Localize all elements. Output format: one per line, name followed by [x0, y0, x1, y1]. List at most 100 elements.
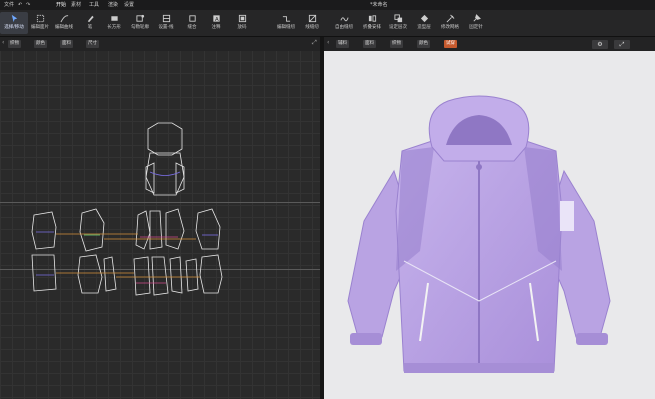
- tool-label: 修改网格: [441, 25, 459, 30]
- pattern-piece: [145, 152, 185, 196]
- tool-line-sewing[interactable]: 线缝纫: [298, 12, 326, 34]
- tool-trace[interactable]: 勾勒轮廓: [126, 12, 154, 34]
- pattern-piece: [199, 254, 223, 294]
- jacket-3d-render: [347, 95, 611, 373]
- tool-label: 编辑面片: [31, 25, 49, 30]
- tool-annotation[interactable]: A 注释: [202, 12, 230, 34]
- tool-grading[interactable]: 放码: [228, 12, 256, 34]
- tab-label: 面料: [365, 41, 374, 46]
- fold-icon: [368, 15, 376, 22]
- render-button[interactable]: ⚙: [592, 40, 608, 49]
- annotation-icon: A: [212, 15, 220, 23]
- menu-tools[interactable]: 工具: [89, 0, 99, 10]
- zipper-pull: [476, 164, 482, 170]
- tab-label: 试穿: [446, 41, 455, 46]
- tool-label: 自由缝纫: [335, 25, 353, 30]
- svg-text:A: A: [214, 17, 218, 23]
- tool-edit-sewing[interactable]: 编辑缝纫: [272, 12, 300, 34]
- menu-assets[interactable]: 素材: [71, 0, 81, 10]
- tool-label: 注释: [211, 25, 221, 30]
- tool-label: 设定层次: [389, 25, 407, 30]
- tool-rectangle[interactable]: 长方形: [100, 12, 128, 34]
- layer-icon: [393, 14, 402, 23]
- grading-icon: [238, 14, 246, 23]
- tool-modify-mesh[interactable]: 修改网格: [436, 12, 464, 34]
- mesh-icon: [446, 14, 454, 23]
- curve-icon: [59, 15, 68, 23]
- pattern-piece: [147, 122, 183, 156]
- window-title: *未命名: [370, 2, 388, 8]
- pointer-icon: [11, 14, 17, 23]
- garment-3d-window[interactable]: ‹ 辅料 面料 织物 颜色 试穿 ⚙ ⤢: [324, 37, 655, 399]
- menu-bar: 文件 ↶ ↷ 开始 素材 工具 渲染 设置 *未命名: [0, 0, 655, 10]
- tool-fold-arrange[interactable]: 折叠安排: [358, 12, 386, 34]
- tool-label: 设置-线: [158, 25, 174, 30]
- pattern-piece: [133, 256, 151, 296]
- menu-render[interactable]: 渲染: [108, 0, 118, 10]
- pattern-piece: [103, 256, 117, 292]
- menu-start[interactable]: 开始: [56, 0, 66, 10]
- tab-fabric[interactable]: 织物: [390, 40, 403, 48]
- tab-try-on[interactable]: 试穿: [444, 40, 457, 48]
- menu-settings[interactable]: 设置: [124, 0, 134, 10]
- panel-icon: [36, 14, 44, 23]
- jacket-hem: [404, 363, 554, 373]
- rectangle-icon: [110, 16, 118, 21]
- tool-label: 选择/移动: [4, 25, 24, 30]
- tool-label: 长方形: [107, 25, 121, 30]
- edit-sewing-icon: [282, 16, 290, 22]
- pattern-piece: [79, 208, 105, 252]
- tab-label: 辅料: [338, 41, 347, 46]
- pen-icon: [87, 15, 94, 23]
- render-icon: ⚙: [597, 41, 603, 48]
- tool-label: 勾勒轮廓: [131, 25, 149, 30]
- pattern-2d-window[interactable]: ‹ 织物 颜色 面料 尺寸 ⤢: [0, 37, 320, 399]
- pattern-piece: [135, 210, 151, 250]
- garment-3d-subbar: ‹ 辅料 面料 织物 颜色 试穿 ⚙ ⤢: [324, 37, 655, 51]
- undo-icon[interactable]: ↶: [18, 0, 22, 10]
- tool-label: 缝合: [187, 25, 197, 30]
- tab-material[interactable]: 面料: [363, 40, 376, 48]
- free-sewing-icon: [339, 17, 349, 22]
- expand-icon: ⤢: [619, 41, 625, 48]
- tool-label: 造型层: [417, 25, 431, 30]
- menu-file[interactable]: 文件: [4, 0, 14, 10]
- pattern-piece: [165, 208, 185, 250]
- pattern-piece: [77, 254, 103, 294]
- tool-set-line[interactable]: 设置-线: [152, 12, 180, 34]
- sew-icon: [188, 15, 196, 22]
- sewing-line: [149, 171, 181, 176]
- tool-label: 笔: [87, 25, 93, 30]
- sleeve-badge: [560, 201, 574, 231]
- tool-label: 线缝纫: [305, 25, 319, 30]
- tab-label: 颜色: [419, 41, 428, 46]
- tool-free-sewing[interactable]: 自由缝纫: [330, 12, 358, 34]
- pin-icon: [472, 14, 481, 22]
- tab-color[interactable]: 颜色: [417, 40, 430, 48]
- pattern-piece: [149, 210, 163, 250]
- tool-select-move[interactable]: 选择/移动: [0, 12, 28, 34]
- tool-shape-layer[interactable]: 造型层: [410, 12, 438, 34]
- redo-icon[interactable]: ↷: [26, 0, 30, 10]
- right-cuff: [576, 333, 608, 345]
- pattern-piece: [185, 258, 199, 292]
- fullscreen-button[interactable]: ⤢: [614, 40, 630, 49]
- chevron-left-icon[interactable]: ‹: [327, 39, 329, 46]
- shape-layer-icon: [420, 14, 428, 23]
- trace-icon: [135, 14, 144, 22]
- left-cuff: [350, 333, 382, 345]
- tool-set-layer[interactable]: 设定层次: [384, 12, 412, 34]
- pattern-piece: [169, 256, 183, 294]
- pattern-piece: [31, 211, 57, 250]
- pattern-pieces-drawing: [31, 122, 223, 296]
- tool-label: 放码: [237, 25, 247, 30]
- line-sewing-icon: [308, 14, 316, 23]
- tab-label: 织物: [392, 41, 401, 46]
- main-toolbar: 选择/移动 编辑面片 编辑曲线 笔 长方形 勾勒轮廓 设置-线 缝合 A 注释 …: [0, 10, 655, 37]
- tool-label: 折叠安排: [363, 25, 381, 30]
- tab-trims[interactable]: 辅料: [336, 40, 349, 48]
- pattern-piece: [195, 208, 221, 250]
- tool-edit-curve[interactable]: 编辑曲线: [50, 12, 78, 34]
- tool-label: 编辑曲线: [55, 25, 73, 30]
- tool-pin[interactable]: 固定针: [462, 12, 490, 34]
